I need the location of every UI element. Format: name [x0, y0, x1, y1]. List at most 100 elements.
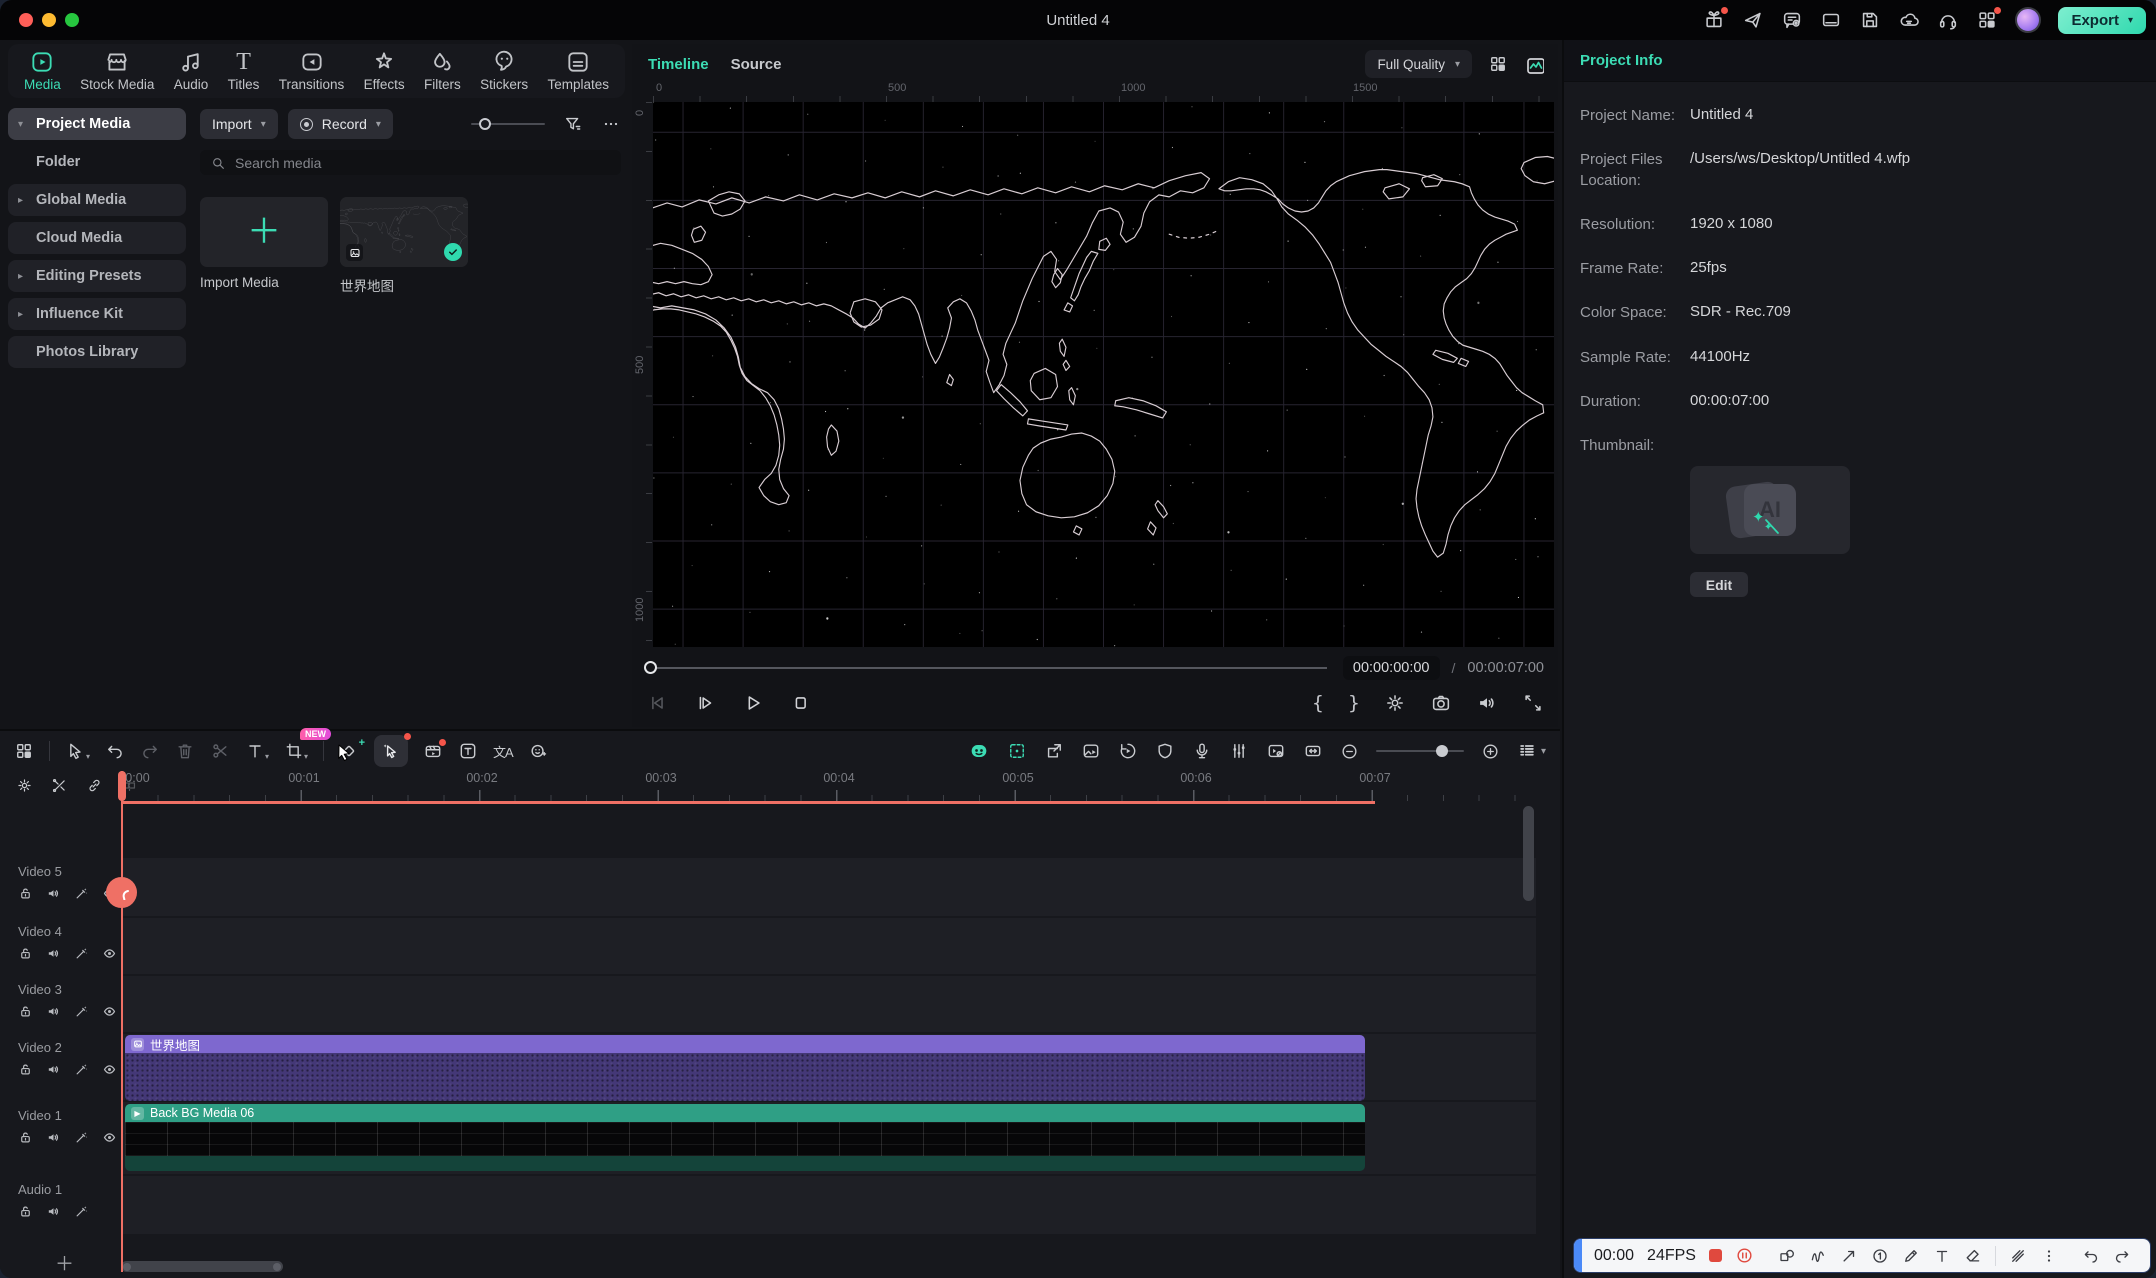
sidebar-item-influence-kit[interactable]: ▸Influence Kit [8, 298, 186, 330]
translate-tool-icon[interactable]: 文A [493, 742, 513, 761]
vertical-scrollbar[interactable] [1523, 806, 1534, 901]
mark-in-button[interactable]: { [1312, 692, 1324, 714]
audio-mixer-icon[interactable] [1229, 741, 1249, 761]
ai-mask-tool-icon[interactable] [528, 741, 548, 761]
record-dropdown[interactable]: Record▾ [288, 109, 393, 139]
zoom-in-icon[interactable] [1481, 742, 1500, 761]
mute-icon[interactable] [46, 1130, 61, 1145]
mute-icon[interactable] [46, 1004, 61, 1019]
lock-icon[interactable] [18, 1004, 33, 1019]
lock-icon[interactable] [18, 946, 33, 961]
undo-icon[interactable] [105, 741, 125, 761]
gift-icon[interactable] [1703, 9, 1725, 31]
feedback-icon[interactable] [1781, 9, 1803, 31]
volume-icon[interactable] [1476, 692, 1498, 714]
tab-timeline[interactable]: Timeline [648, 56, 709, 73]
wand-icon[interactable] [74, 1204, 89, 1219]
tab-titles[interactable]: TTitles [228, 50, 260, 92]
tab-stock-media[interactable]: Stock Media [80, 50, 154, 92]
timeline-zoom-slider[interactable] [1376, 750, 1464, 752]
wand-icon[interactable] [74, 1062, 89, 1077]
sidebar-item-global-media[interactable]: ▸Global Media [8, 184, 186, 216]
import-dropdown[interactable]: Import▾ [200, 109, 278, 139]
pencil-tool-icon[interactable] [1902, 1247, 1920, 1265]
zoom-out-icon[interactable] [1340, 742, 1359, 761]
send-icon[interactable] [1742, 9, 1764, 31]
stop-recording-button[interactable] [1709, 1249, 1722, 1262]
fullscreen-icon[interactable] [1522, 692, 1544, 714]
save-icon[interactable] [1859, 9, 1881, 31]
media-item-world-map[interactable]: 世界地图 [340, 197, 468, 295]
tab-effects[interactable]: Effects [364, 50, 405, 92]
eye-icon[interactable] [102, 1130, 117, 1145]
snapshot-icon[interactable] [1430, 692, 1452, 714]
tab-source[interactable]: Source [731, 56, 782, 73]
crop-tool-icon[interactable]: ▾ [284, 741, 308, 761]
wand-icon[interactable] [74, 886, 89, 901]
eye-icon[interactable] [102, 946, 117, 961]
tab-stickers[interactable]: Stickers [480, 50, 528, 92]
add-track-button[interactable]: ＋ [55, 1249, 74, 1276]
tab-templates[interactable]: Templates [547, 50, 609, 92]
cloud-upload-icon[interactable] [1898, 9, 1920, 31]
playback-settings-icon[interactable] [1384, 692, 1406, 714]
edit-thumbnail-button[interactable]: Edit [1690, 572, 1748, 597]
preview-seek-bar[interactable] [646, 667, 1327, 669]
redo-annotation-icon[interactable] [2113, 1247, 2131, 1265]
highlight-tool-icon[interactable] [2009, 1247, 2027, 1265]
import-media-tile[interactable]: ＋ Import Media [200, 197, 328, 295]
stop-button[interactable] [790, 692, 812, 714]
clip-back-bg-media[interactable]: ▶Back BG Media 06 [125, 1104, 1365, 1171]
previous-frame-button[interactable] [646, 692, 668, 714]
eraser-tool-icon[interactable] [1964, 1247, 1982, 1265]
multiview-icon[interactable] [1488, 54, 1508, 74]
shapes-tool-icon[interactable] [1778, 1247, 1796, 1265]
apps-icon[interactable] [1976, 9, 1998, 31]
search-bar[interactable] [200, 150, 621, 175]
ai-text-tool-icon[interactable] [458, 741, 478, 761]
horizontal-scrollbar[interactable] [121, 1261, 283, 1272]
export-frame-icon[interactable] [1044, 741, 1064, 761]
support-icon[interactable] [1937, 9, 1959, 31]
more-options-icon[interactable] [601, 114, 621, 134]
auto-ripple-icon[interactable] [1303, 741, 1323, 761]
sidebar-item-project-media[interactable]: ▾Project Media [8, 108, 186, 140]
mute-icon[interactable] [46, 1204, 61, 1219]
timeline-settings-icon[interactable] [16, 777, 33, 794]
wand-icon[interactable] [74, 1004, 89, 1019]
link-icon[interactable] [86, 777, 103, 794]
current-timecode[interactable]: 00:00:00:00 [1343, 656, 1440, 680]
preview-render-icon[interactable] [1266, 741, 1286, 761]
lock-icon[interactable] [18, 1204, 33, 1219]
media-browser-icon[interactable] [14, 741, 34, 761]
playback-quality-dropdown[interactable]: Full Quality▾ [1365, 50, 1472, 78]
wand-icon[interactable] [74, 1130, 89, 1145]
voiceover-mic-icon[interactable] [1192, 741, 1212, 761]
lock-icon[interactable] [18, 886, 33, 901]
sidebar-item-editing-presets[interactable]: ▸Editing Presets [8, 260, 186, 292]
smart-cursor-ai-tool[interactable] [374, 735, 408, 767]
display-icon[interactable] [1820, 9, 1842, 31]
track-manager-icon[interactable]: ▾ [1517, 741, 1546, 761]
project-thumbnail[interactable]: AI ✦ ✦ [1690, 466, 1850, 554]
playhead[interactable] [121, 771, 123, 1272]
pause-recording-button[interactable] [1735, 1246, 1754, 1265]
undo-annotation-icon[interactable] [2082, 1247, 2100, 1265]
text-tool-icon[interactable] [1933, 1247, 1951, 1265]
next-frame-button[interactable] [694, 692, 716, 714]
eye-icon[interactable] [102, 1004, 117, 1019]
shield-icon[interactable] [1155, 741, 1175, 761]
sidebar-item-photos-library[interactable]: Photos Library [8, 336, 186, 368]
select-tool-icon[interactable]: ▾ [65, 741, 90, 761]
more-tools-icon[interactable] [2040, 1247, 2058, 1265]
tab-media[interactable]: Media [24, 50, 61, 92]
ai-video-tool-icon[interactable] [423, 741, 443, 761]
lock-icon[interactable] [18, 1062, 33, 1077]
sidebar-item-folder[interactable]: Folder [8, 146, 186, 178]
step-number-tool-icon[interactable] [1871, 1247, 1889, 1265]
filter-icon[interactable] [563, 114, 583, 134]
seek-handle[interactable] [644, 661, 657, 674]
render-preview-icon[interactable] [1118, 741, 1138, 761]
text-tool-icon[interactable]: ▾ [245, 741, 269, 761]
tab-audio[interactable]: Audio [174, 50, 209, 92]
